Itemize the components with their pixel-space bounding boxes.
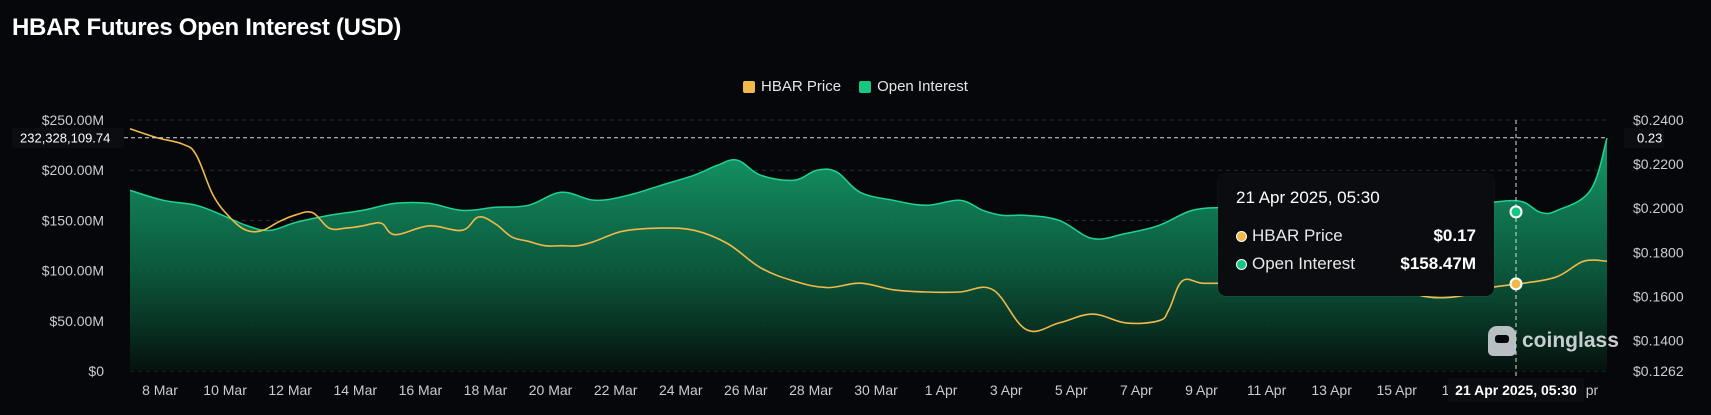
coinglass-watermark: coinglass (1488, 326, 1619, 356)
x-tick-label: 14 Mar (333, 382, 377, 398)
x-tick-label: pr (1586, 382, 1599, 398)
left-tick-label: $50.00M (50, 313, 104, 329)
right-tick-label: $0.1400 (1633, 333, 1684, 349)
x-tick-label: 20 Mar (529, 382, 573, 398)
right-tick-label: $0.1262 (1633, 363, 1684, 379)
right-tick-label: $0.1800 (1633, 244, 1684, 260)
x-tick-label: 18 Mar (464, 382, 508, 398)
crosshair-left-value: 232,328,109.74 (20, 131, 110, 146)
x-axis: 8 Mar 10 Mar 12 Mar 14 Mar 16 Mar 18 Mar 20 Ma… (142, 382, 1598, 398)
crosshair-right-label: 0.23 (1624, 127, 1664, 148)
x-tick-label: 13 Apr (1311, 382, 1352, 398)
right-tick-label: $0.2200 (1633, 156, 1684, 172)
tooltip-date: 21 Apr 2025, 05:30 (1236, 188, 1380, 207)
coinglass-logo-icon (1488, 326, 1516, 356)
open-interest-marker (1509, 205, 1523, 219)
x-tick-label: 26 Mar (724, 382, 768, 398)
left-tick-label: $0 (88, 363, 104, 379)
tooltip-label-hbar-price: HBAR Price (1252, 226, 1343, 245)
tooltip-row-hbar-price: HBAR Price $0.17 (1236, 226, 1476, 246)
x-tick-label: 3 Apr (990, 382, 1023, 398)
x-tick-label: 7 Apr (1120, 382, 1153, 398)
left-axis: $250.00M $200.00M $150.00M $100.00M $50.00M $… (42, 112, 104, 379)
tooltip-value-open-interest: $158.47M (1400, 254, 1476, 273)
left-tick-label: $250.00M (42, 112, 104, 128)
right-tick-label: $0.1600 (1633, 288, 1684, 304)
x-tick-label: 1 Apr (925, 382, 958, 398)
x-tick-label: 30 Mar (854, 382, 898, 398)
x-tick-label: 10 Mar (203, 382, 247, 398)
x-tick-label: 12 Mar (268, 382, 312, 398)
right-axis: $0.2400 $0.2200 $0.2000 $0.1800 $0.1600 $0.14… (1633, 112, 1684, 379)
tooltip-value-hbar-price: $0.17 (1433, 226, 1476, 245)
crosshair-left-label: 232,328,109.74 (12, 127, 124, 148)
x-tick-label: 8 Mar (142, 382, 178, 398)
x-tick-label: 16 Mar (399, 382, 443, 398)
crosshair-date-value: 21 Apr 2025, 05:30 (1455, 382, 1577, 398)
x-tick-label: 5 Apr (1055, 382, 1088, 398)
x-tick-label: 15 Apr (1376, 382, 1417, 398)
hbar-price-marker (1509, 277, 1523, 291)
left-tick-label: $100.00M (42, 263, 104, 279)
x-tick-label: 28 Mar (789, 382, 833, 398)
tooltip-dot-hbar-price (1236, 230, 1247, 242)
x-tick-label: 24 Mar (659, 382, 703, 398)
x-tick-label: 22 Mar (594, 382, 638, 398)
tooltip-dot-open-interest (1236, 258, 1247, 270)
tooltip-row-open-interest: Open Interest $158.47M (1236, 254, 1476, 274)
crosshair-x-label: 21 Apr 2025, 05:30 (1448, 378, 1584, 402)
left-tick-label: $200.00M (42, 162, 104, 178)
x-tick-label: 9 Apr (1185, 382, 1218, 398)
crosshair-right-value: 0.23 (1637, 131, 1662, 146)
chart-tooltip: 21 Apr 2025, 05:30 HBAR Price $0.17 Open… (1218, 174, 1494, 296)
x-tick-label: 11 Apr (1247, 382, 1287, 398)
tooltip-label-open-interest: Open Interest (1252, 254, 1356, 273)
watermark-text: coinglass (1522, 329, 1619, 352)
right-tick-label: $0.2400 (1633, 112, 1684, 128)
left-tick-label: $150.00M (42, 212, 104, 228)
right-tick-label: $0.2000 (1633, 200, 1684, 216)
